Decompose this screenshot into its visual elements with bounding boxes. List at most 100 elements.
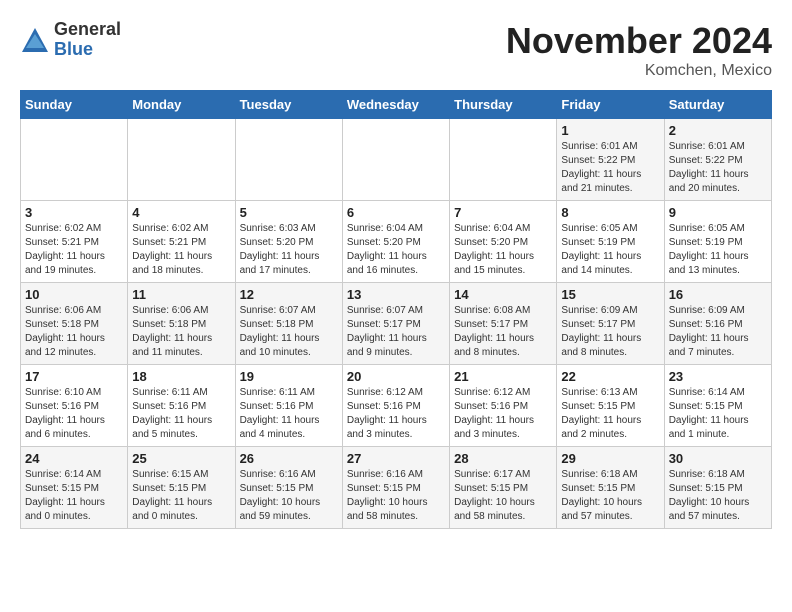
calendar-cell: 17 Sunrise: 6:10 AM Sunset: 5:16 PM Dayli…	[21, 365, 128, 447]
calendar-cell: 26Sunrise: 6:16 AM Sunset: 5:15 PM Dayli…	[235, 447, 342, 529]
day-info: Sunrise: 6:02 AM Sunset: 5:21 PM Dayligh…	[25, 222, 123, 278]
day-number: 3	[25, 205, 123, 220]
calendar-cell: 24 Sunrise: 6:14 AM Sunset: 5:15 PM Dayli…	[21, 447, 128, 529]
day-number: 28	[454, 451, 552, 466]
calendar-cell: 5 Sunrise: 6:03 AM Sunset: 5:20 PM Daylig…	[235, 201, 342, 283]
calendar-cell: 20Sunrise: 6:12 AM Sunset: 5:16 PM Dayli…	[342, 365, 449, 447]
day-number: 21	[454, 369, 552, 384]
logo-general: General	[54, 20, 121, 40]
day-info: Sunrise: 6:02 AM Sunset: 5:21 PM Dayligh…	[132, 222, 230, 278]
calendar-week-1: 1Sunrise: 6:01 AM Sunset: 5:22 PM Daylig…	[21, 119, 772, 201]
weekday-header-sunday: Sunday	[21, 91, 128, 119]
calendar-cell: 4Sunrise: 6:02 AM Sunset: 5:21 PM Daylig…	[128, 201, 235, 283]
day-number: 7	[454, 205, 552, 220]
day-info: Sunrise: 6:04 AM Sunset: 5:20 PM Dayligh…	[347, 222, 445, 278]
day-info: Sunrise: 6:08 AM Sunset: 5:17 PM Dayligh…	[454, 304, 552, 360]
day-number: 15	[561, 287, 659, 302]
calendar-cell	[128, 119, 235, 201]
day-info: Sunrise: 6:07 AM Sunset: 5:17 PM Dayligh…	[347, 304, 445, 360]
calendar-week-3: 10 Sunrise: 6:06 AM Sunset: 5:18 PM Dayli…	[21, 283, 772, 365]
calendar-cell: 30 Sunrise: 6:18 AM Sunset: 5:15 PM Dayli…	[664, 447, 771, 529]
day-number: 30	[669, 451, 767, 466]
day-info: Sunrise: 6:13 AM Sunset: 5:15 PM Dayligh…	[561, 386, 659, 442]
day-info: Sunrise: 6:04 AM Sunset: 5:20 PM Dayligh…	[454, 222, 552, 278]
calendar-cell: 14 Sunrise: 6:08 AM Sunset: 5:17 PM Dayli…	[450, 283, 557, 365]
day-number: 11	[132, 287, 230, 302]
weekday-header-monday: Monday	[128, 91, 235, 119]
day-number: 14	[454, 287, 552, 302]
calendar-cell: 21 Sunrise: 6:12 AM Sunset: 5:16 PM Dayli…	[450, 365, 557, 447]
day-info: Sunrise: 6:12 AM Sunset: 5:16 PM Dayligh…	[454, 386, 552, 442]
day-number: 17	[25, 369, 123, 384]
location: Komchen, Mexico	[506, 62, 772, 80]
day-number: 26	[240, 451, 338, 466]
calendar-cell: 18 Sunrise: 6:11 AM Sunset: 5:16 PM Dayli…	[128, 365, 235, 447]
day-info: Sunrise: 6:16 AM Sunset: 5:15 PM Dayligh…	[347, 468, 445, 524]
month-title: November 2024	[506, 20, 772, 62]
day-number: 27	[347, 451, 445, 466]
day-number: 2	[669, 123, 767, 138]
day-info: Sunrise: 6:10 AM Sunset: 5:16 PM Dayligh…	[25, 386, 123, 442]
weekday-header-friday: Friday	[557, 91, 664, 119]
weekday-header-saturday: Saturday	[664, 91, 771, 119]
day-info: Sunrise: 6:18 AM Sunset: 5:15 PM Dayligh…	[669, 468, 767, 524]
day-number: 23	[669, 369, 767, 384]
calendar-cell: 12 Sunrise: 6:07 AM Sunset: 5:18 PM Dayli…	[235, 283, 342, 365]
day-number: 6	[347, 205, 445, 220]
calendar-cell: 25Sunrise: 6:15 AM Sunset: 5:15 PM Dayli…	[128, 447, 235, 529]
calendar-week-5: 24 Sunrise: 6:14 AM Sunset: 5:15 PM Dayli…	[21, 447, 772, 529]
day-info: Sunrise: 6:11 AM Sunset: 5:16 PM Dayligh…	[240, 386, 338, 442]
logo-blue: Blue	[54, 40, 121, 60]
calendar-cell: 7 Sunrise: 6:04 AM Sunset: 5:20 PM Daylig…	[450, 201, 557, 283]
weekday-header-row: SundayMondayTuesdayWednesdayThursdayFrid…	[21, 91, 772, 119]
calendar-cell	[450, 119, 557, 201]
calendar-cell	[235, 119, 342, 201]
day-info: Sunrise: 6:03 AM Sunset: 5:20 PM Dayligh…	[240, 222, 338, 278]
day-info: Sunrise: 6:05 AM Sunset: 5:19 PM Dayligh…	[561, 222, 659, 278]
day-info: Sunrise: 6:17 AM Sunset: 5:15 PM Dayligh…	[454, 468, 552, 524]
weekday-header-wednesday: Wednesday	[342, 91, 449, 119]
day-number: 18	[132, 369, 230, 384]
day-number: 29	[561, 451, 659, 466]
calendar-cell	[21, 119, 128, 201]
day-number: 5	[240, 205, 338, 220]
calendar-cell	[342, 119, 449, 201]
calendar-cell: 13Sunrise: 6:07 AM Sunset: 5:17 PM Dayli…	[342, 283, 449, 365]
calendar-week-4: 17 Sunrise: 6:10 AM Sunset: 5:16 PM Dayli…	[21, 365, 772, 447]
day-info: Sunrise: 6:01 AM Sunset: 5:22 PM Dayligh…	[561, 140, 659, 196]
weekday-header-tuesday: Tuesday	[235, 91, 342, 119]
title-block: November 2024 Komchen, Mexico	[506, 20, 772, 80]
day-number: 10	[25, 287, 123, 302]
logo-icon	[20, 26, 50, 54]
calendar-cell: 6 Sunrise: 6:04 AM Sunset: 5:20 PM Daylig…	[342, 201, 449, 283]
day-number: 25	[132, 451, 230, 466]
day-info: Sunrise: 6:14 AM Sunset: 5:15 PM Dayligh…	[669, 386, 767, 442]
day-info: Sunrise: 6:09 AM Sunset: 5:17 PM Dayligh…	[561, 304, 659, 360]
day-info: Sunrise: 6:06 AM Sunset: 5:18 PM Dayligh…	[25, 304, 123, 360]
calendar-cell: 23 Sunrise: 6:14 AM Sunset: 5:15 PM Dayli…	[664, 365, 771, 447]
day-number: 24	[25, 451, 123, 466]
calendar-cell: 28 Sunrise: 6:17 AM Sunset: 5:15 PM Dayli…	[450, 447, 557, 529]
day-number: 16	[669, 287, 767, 302]
day-info: Sunrise: 6:07 AM Sunset: 5:18 PM Dayligh…	[240, 304, 338, 360]
day-number: 12	[240, 287, 338, 302]
day-number: 8	[561, 205, 659, 220]
day-info: Sunrise: 6:11 AM Sunset: 5:16 PM Dayligh…	[132, 386, 230, 442]
day-number: 19	[240, 369, 338, 384]
day-info: Sunrise: 6:14 AM Sunset: 5:15 PM Dayligh…	[25, 468, 123, 524]
weekday-header-thursday: Thursday	[450, 91, 557, 119]
page-header: General Blue November 2024 Komchen, Mexi…	[20, 20, 772, 80]
calendar-cell: 16 Sunrise: 6:09 AM Sunset: 5:16 PM Dayli…	[664, 283, 771, 365]
calendar-cell: 29Sunrise: 6:18 AM Sunset: 5:15 PM Dayli…	[557, 447, 664, 529]
calendar-cell: 2 Sunrise: 6:01 AM Sunset: 5:22 PM Daylig…	[664, 119, 771, 201]
day-info: Sunrise: 6:09 AM Sunset: 5:16 PM Dayligh…	[669, 304, 767, 360]
calendar-cell: 8 Sunrise: 6:05 AM Sunset: 5:19 PM Daylig…	[557, 201, 664, 283]
logo: General Blue	[20, 20, 121, 60]
calendar-cell: 11 Sunrise: 6:06 AM Sunset: 5:18 PM Dayli…	[128, 283, 235, 365]
day-info: Sunrise: 6:06 AM Sunset: 5:18 PM Dayligh…	[132, 304, 230, 360]
calendar-week-2: 3 Sunrise: 6:02 AM Sunset: 5:21 PM Daylig…	[21, 201, 772, 283]
calendar-cell: 27 Sunrise: 6:16 AM Sunset: 5:15 PM Dayli…	[342, 447, 449, 529]
calendar-cell: 10 Sunrise: 6:06 AM Sunset: 5:18 PM Dayli…	[21, 283, 128, 365]
day-info: Sunrise: 6:01 AM Sunset: 5:22 PM Dayligh…	[669, 140, 767, 196]
day-number: 20	[347, 369, 445, 384]
